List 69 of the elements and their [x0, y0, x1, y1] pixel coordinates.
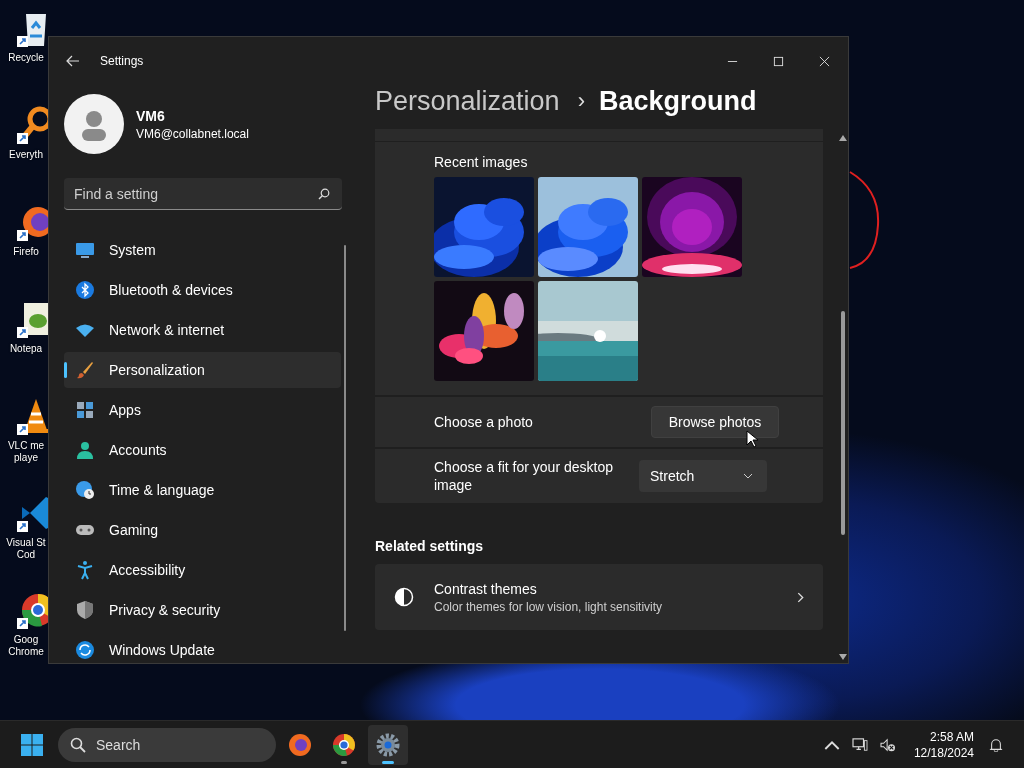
chevron-right-icon — [797, 591, 804, 603]
nav-item[interactable]: Accounts — [64, 432, 341, 468]
nav-item[interactable]: Network & internet — [64, 312, 341, 348]
nav-item[interactable]: Accessibility — [64, 552, 341, 588]
gear-icon — [376, 732, 400, 757]
speaker-muted-icon[interactable] — [879, 737, 896, 752]
item-title: Contrast themes — [434, 580, 538, 597]
nav-item[interactable]: Windows Update — [64, 632, 341, 668]
desktop-icon-label: Notepa — [8, 343, 44, 355]
nav-item[interactable]: Personalization — [64, 352, 341, 388]
start-icon[interactable] — [20, 732, 44, 757]
browse-photos-button[interactable]: Browse photos — [651, 406, 779, 438]
chevron-down-icon — [743, 473, 753, 479]
shield-icon — [75, 600, 95, 620]
nav-item[interactable]: Apps — [64, 392, 341, 428]
desktop-icon-label: Goog Chrome — [7, 634, 45, 658]
clock-time[interactable]: 2:58 AM — [929, 728, 974, 745]
taskbar-search[interactable]: Search — [58, 727, 276, 762]
bluetooth-icon — [75, 280, 95, 300]
nav-item[interactable]: Gaming — [64, 512, 341, 548]
network-icon[interactable] — [851, 737, 868, 752]
search-icon — [70, 736, 86, 753]
user-name: VM6 — [136, 107, 166, 124]
avatar — [64, 94, 124, 154]
monitor-icon — [75, 240, 95, 260]
clock-date[interactable]: 12/18/2024 — [913, 744, 974, 761]
maximize-icon[interactable] — [773, 55, 784, 67]
section-label: Recent images — [434, 154, 529, 170]
back-arrow-icon[interactable] — [66, 55, 80, 67]
desktop-icon-label: Firefo — [12, 246, 40, 258]
person-icon — [75, 440, 95, 460]
close-icon[interactable] — [819, 55, 830, 67]
scrollbar-thumb[interactable] — [841, 311, 845, 535]
ring-logo-icon — [332, 732, 356, 757]
magnifier-icon[interactable] — [16, 105, 48, 145]
scroll-down-icon[interactable] — [839, 654, 847, 660]
search-icon — [318, 188, 330, 200]
bell-icon[interactable] — [988, 737, 1004, 752]
sync-icon — [75, 640, 95, 660]
contrast-icon — [394, 587, 414, 607]
desktop-icon-label: Visual St Cod — [5, 537, 47, 561]
nav-item[interactable]: Privacy & security — [64, 592, 341, 628]
nav-item[interactable]: Bluetooth & devices — [64, 272, 341, 308]
apps-grid-icon — [75, 400, 95, 420]
desktop-icon-label: Recycle — [7, 52, 45, 64]
accessibility-icon — [75, 560, 95, 580]
scrollbar[interactable] — [344, 245, 346, 631]
setting-label: Choose a photo — [434, 414, 534, 430]
setting-label: Choose a fit for your desktop image — [434, 458, 614, 494]
mouse-pointer-icon — [746, 430, 758, 448]
desktop-icon-label: VLC me playe — [6, 440, 46, 464]
globe-clock-icon — [75, 480, 95, 500]
breadcrumb-link[interactable]: Personalization — [375, 85, 560, 117]
page-title: Background — [598, 85, 757, 117]
user-email: VM6@collabnet.local — [136, 126, 249, 141]
window-title: Settings — [100, 54, 144, 68]
brush-icon — [75, 360, 95, 380]
section-heading: Related settings — [375, 538, 485, 554]
nav-item[interactable]: System — [64, 232, 341, 268]
taskbar-app[interactable] — [368, 724, 408, 765]
nav-item[interactable]: Time & language — [64, 472, 341, 508]
related-setting-item[interactable]: Contrast themes Color themes for low vision, light sensitivity — [375, 564, 823, 630]
fit-dropdown[interactable]: Stretch — [639, 460, 767, 492]
breadcrumb-separator: › — [577, 88, 585, 114]
scroll-up-icon[interactable] — [839, 135, 847, 141]
fox-globe-icon — [288, 732, 312, 757]
item-description: Color themes for low vision, light sensitivity — [434, 599, 664, 614]
desktop-icon-label: Everyth — [8, 149, 44, 161]
search-field[interactable]: Find a setting — [64, 178, 342, 210]
